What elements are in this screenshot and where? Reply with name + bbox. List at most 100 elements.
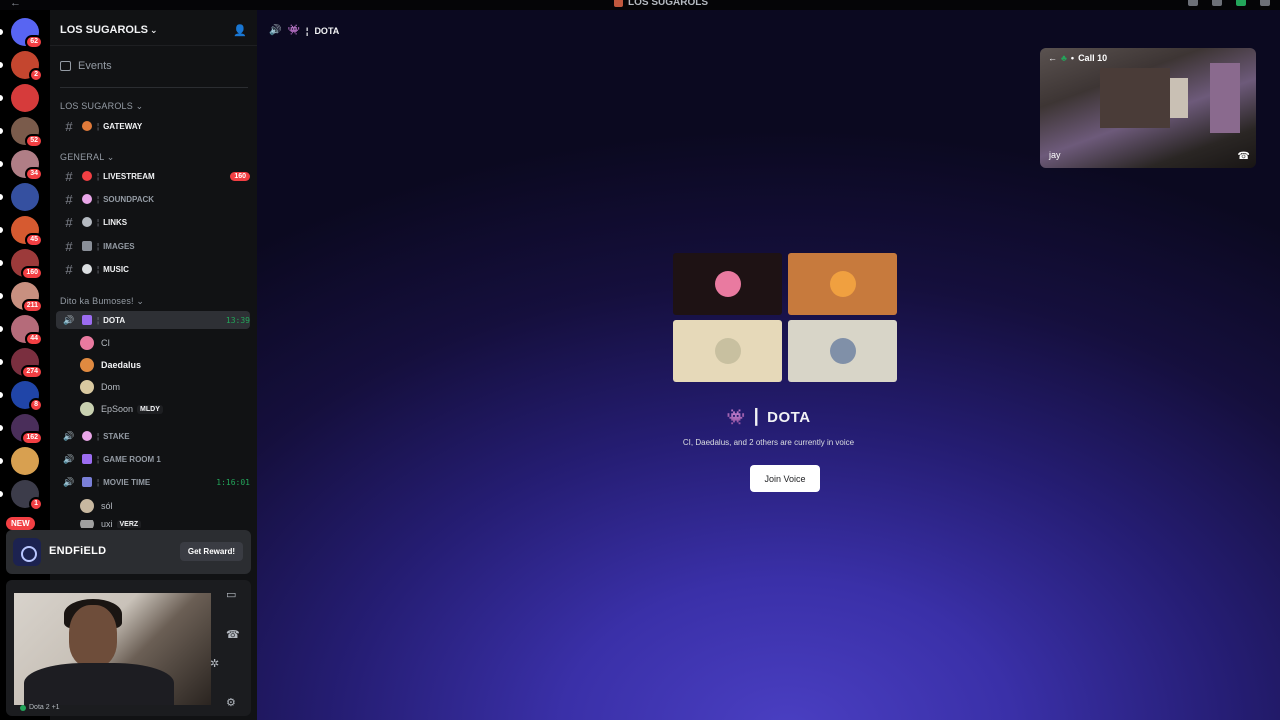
clan-tag: MLDY	[137, 404, 163, 414]
voice-user[interactable]: CI	[80, 336, 110, 350]
mention-badge: 45	[25, 233, 43, 247]
channel-gateway[interactable]: # ¦ GATEWAY	[60, 117, 250, 135]
category-los-sugarols[interactable]: LOS SUGAROLS ⌄	[60, 101, 143, 112]
server-icon[interactable]: 62	[11, 18, 43, 49]
server-icon[interactable]: 162	[11, 414, 43, 445]
server-icon	[614, 0, 623, 7]
alien-icon: 👾	[287, 25, 300, 36]
voice-channel-dota[interactable]: 🔊 ¦ DOTA 13:39	[56, 311, 250, 329]
channel-emoji-icon	[82, 431, 92, 441]
channel-images[interactable]: # ¦ IMAGES	[60, 237, 250, 255]
soundboard-icon[interactable]: ✲	[210, 657, 219, 670]
channel-links[interactable]: # ¦ LINKS	[60, 213, 250, 231]
category-dito-ka-bumoses[interactable]: Dito ka Bumoses! ⌄	[60, 296, 144, 307]
avatar	[715, 338, 741, 364]
server-icon[interactable]: 44	[11, 315, 43, 346]
voice-participant-grid	[673, 253, 899, 383]
server-icon[interactable]: 1	[11, 480, 43, 511]
avatar	[80, 520, 94, 528]
speaker-icon: 🔊	[63, 430, 75, 441]
gear-icon[interactable]: ⚙	[226, 696, 236, 709]
video-background	[1100, 68, 1170, 128]
hash-icon: #	[65, 118, 73, 134]
participant-tile[interactable]	[788, 253, 897, 315]
inbox-icon[interactable]	[1188, 0, 1198, 6]
help-icon[interactable]	[1212, 0, 1222, 6]
server-icon[interactable]	[11, 183, 39, 211]
avatar	[80, 358, 94, 372]
back-arrow-icon[interactable]: ←	[1048, 53, 1057, 63]
server-icon[interactable]: 52	[11, 117, 43, 148]
server-icon[interactable]: 34	[11, 150, 43, 181]
join-voice-button[interactable]: Join Voice	[750, 465, 820, 492]
server-header[interactable]: LOS SUGAROLS ⌄	[60, 24, 158, 36]
minimize-icon[interactable]	[1260, 0, 1270, 6]
voice-user[interactable]: EpSoon MLDY	[80, 402, 163, 416]
voice-user[interactable]: Daedalus	[80, 358, 141, 372]
speaker-icon: 🔊	[63, 476, 75, 487]
server-icon[interactable]: 274	[11, 348, 43, 379]
voice-channel-game-room-1[interactable]: 🔊 ¦ GAME ROOM 1	[60, 450, 250, 468]
avatar	[80, 499, 94, 513]
download-icon[interactable]	[1236, 0, 1246, 6]
alien-icon: 👾	[726, 409, 746, 426]
server-icon[interactable]: 211	[11, 282, 43, 313]
back-arrow-icon[interactable]: ←	[10, 0, 21, 9]
participant-tile[interactable]	[788, 320, 897, 382]
chevron-down-icon: ⌄	[150, 25, 158, 35]
invite-icon[interactable]: 👤	[233, 24, 247, 37]
unread-pip	[0, 260, 3, 266]
avatar	[80, 336, 94, 350]
mention-badge: 162	[21, 431, 43, 445]
channel-music[interactable]: # ¦ MUSIC	[60, 260, 250, 278]
screen-share-icon[interactable]: ▭	[226, 588, 236, 601]
mention-badge: 62	[25, 35, 43, 49]
unread-pip	[0, 359, 3, 365]
hang-up-icon[interactable]: ☎	[1238, 151, 1250, 162]
channel-soundpack[interactable]: # ¦ SOUNDPACK	[60, 190, 250, 208]
voice-channel-movie-time[interactable]: 🔊 ¦ MOVIE TIME 1:16:01	[60, 473, 250, 491]
participant-tile[interactable]	[673, 253, 782, 315]
promo-banner[interactable]: ENDFiELD Get Reward!	[6, 530, 251, 574]
category-general[interactable]: GENERAL ⌄	[60, 152, 115, 163]
unread-pip	[0, 194, 3, 200]
speaker-icon: 🔊	[269, 25, 282, 36]
server-icon[interactable]	[11, 447, 39, 475]
new-badge: NEW	[6, 517, 35, 530]
voice-user[interactable]: uxi VERZ	[80, 520, 142, 528]
avatar	[830, 271, 856, 297]
hash-icon: #	[65, 214, 73, 230]
title-bar: ← LOS SUGAROLS	[0, 0, 1280, 10]
avatar	[830, 338, 856, 364]
mention-badge: 160	[21, 266, 43, 280]
unread-pip	[0, 425, 3, 431]
speaker-icon: 🔊	[63, 314, 75, 325]
unread-pip	[0, 128, 3, 134]
voice-user[interactable]: Dom	[80, 380, 120, 394]
channel-emoji-icon	[82, 477, 92, 487]
channel-emoji-icon	[82, 194, 92, 204]
call-overlay[interactable]: ← ♣ • Call 10 jay ☎	[1040, 48, 1256, 168]
unread-pip	[0, 62, 3, 68]
mention-badge: 211	[21, 299, 43, 313]
channel-livestream[interactable]: # ¦ LIVESTREAM 160	[60, 167, 250, 185]
voice-timer: 1:16:01	[216, 477, 250, 487]
server-icon[interactable]: 160	[11, 249, 43, 280]
divider	[50, 45, 257, 46]
events-item[interactable]: Events	[60, 60, 112, 72]
disconnect-icon[interactable]: ☎	[226, 628, 240, 641]
call-participant-name: jay	[1049, 150, 1061, 160]
mention-badge: 34	[25, 167, 43, 181]
server-icon[interactable]: 45	[11, 216, 43, 247]
server-icon[interactable]: 8	[11, 381, 43, 412]
title-bar-icons	[1188, 0, 1270, 6]
voice-timer: 13:39	[225, 315, 250, 325]
server-icon[interactable]	[11, 84, 39, 112]
unread-pip	[0, 458, 3, 464]
get-reward-button[interactable]: Get Reward!	[179, 542, 243, 561]
voice-channel-stake[interactable]: 🔊 ¦ STAKE	[60, 427, 250, 445]
participant-tile[interactable]	[673, 320, 782, 382]
server-icon[interactable]: 2	[11, 51, 43, 82]
speaker-icon: 🔊	[63, 453, 75, 464]
voice-user[interactable]: sól	[80, 499, 113, 513]
